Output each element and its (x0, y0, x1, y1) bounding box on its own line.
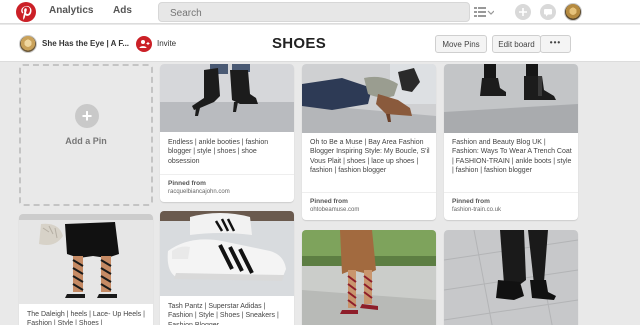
pin-source-link[interactable]: racquelbiancajohn.com (168, 189, 230, 195)
more-options-button[interactable]: ••• (540, 35, 571, 53)
pin-image[interactable] (302, 64, 436, 133)
pin-footer: Pinned from ohtobeamuse.com (302, 192, 436, 220)
top-nav-bar: Analytics Ads (0, 0, 640, 24)
pin-image[interactable] (160, 211, 294, 296)
pinned-from-label: Pinned from (168, 180, 206, 187)
user-avatar-icon[interactable] (564, 3, 582, 21)
pin-card[interactable]: Tash Pantz | Superstar Adidas | Fashion … (160, 211, 294, 325)
menu-grid-icon[interactable] (474, 6, 495, 18)
pin-description: The Daleigh | heels | Lace- Up Heels | F… (27, 311, 145, 325)
pin-card[interactable] (302, 230, 436, 325)
add-pin-card[interactable]: + Add a Pin (19, 64, 153, 206)
pin-source-link[interactable]: ohtobeamuse.com (310, 207, 359, 213)
pin-card[interactable]: Fashion and Beauty Blog UK | Fashion: Wa… (444, 64, 578, 220)
invite-label[interactable]: Invite (157, 39, 176, 48)
add-pin-label: Add a Pin (65, 136, 107, 146)
board-owner-avatar-icon[interactable] (19, 35, 37, 53)
pin-card[interactable]: The Daleigh | heels | Lace- Up Heels | F… (19, 214, 153, 325)
search-input[interactable] (158, 2, 470, 22)
pin-footer: Pinned from fashion-train.co.uk (444, 192, 578, 220)
pin-description: Fashion and Beauty Blog UK | Fashion: Wa… (452, 139, 572, 175)
pin-card[interactable] (444, 230, 578, 325)
invite-collaborator-icon[interactable] (136, 36, 152, 52)
pin-footer: Pinned from racquelbiancajohn.com (160, 174, 294, 202)
pin-image[interactable] (160, 64, 294, 132)
board-title: SHOES (272, 35, 327, 52)
pinned-from-label: Pinned from (310, 198, 348, 205)
pinterest-logo-icon[interactable] (16, 2, 36, 22)
board-owner-name[interactable]: She Has the Eye | A F... (42, 39, 129, 48)
pin-image[interactable] (444, 64, 578, 133)
pin-description: Endless | ankle booties | fashion blogge… (168, 139, 269, 165)
pin-card[interactable]: Endless | ankle booties | fashion blogge… (160, 64, 294, 202)
board-header: She Has the Eye | A F... Invite SHOES Mo… (0, 25, 640, 62)
move-pins-button[interactable]: Move Pins (435, 35, 487, 53)
pin-image[interactable] (302, 230, 436, 325)
add-plus-icon[interactable] (515, 4, 531, 20)
pin-description: Oh to Be a Muse | Bay Area Fashion Blogg… (310, 139, 430, 175)
edit-board-button[interactable]: Edit board (492, 35, 541, 53)
pinned-from-label: Pinned from (452, 198, 490, 205)
pin-card[interactable]: Oh to Be a Muse | Bay Area Fashion Blogg… (302, 64, 436, 220)
pin-source-link[interactable]: fashion-train.co.uk (452, 207, 501, 213)
pin-image[interactable] (444, 230, 578, 325)
messages-icon[interactable] (540, 4, 556, 20)
nav-analytics-link[interactable]: Analytics (49, 5, 93, 16)
pin-description: Tash Pantz | Superstar Adidas | Fashion … (168, 303, 279, 325)
pin-image[interactable] (19, 214, 153, 304)
nav-ads-link[interactable]: Ads (113, 5, 132, 16)
add-pin-plus-icon: + (75, 104, 99, 128)
